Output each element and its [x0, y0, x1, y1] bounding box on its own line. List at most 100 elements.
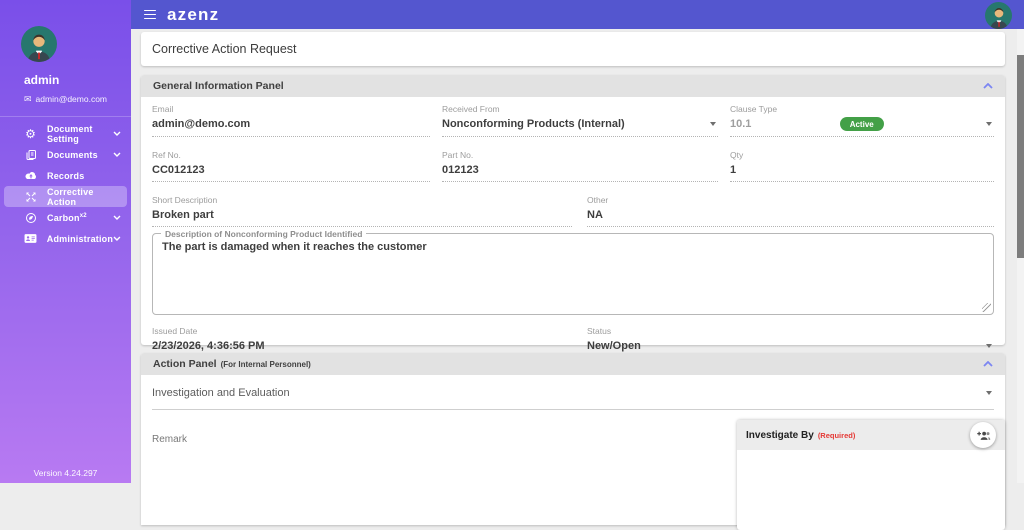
sidebar-item-administration[interactable]: Administration — [0, 228, 131, 249]
email-icon: ✉ — [24, 93, 32, 104]
chevron-up-icon — [983, 361, 993, 367]
textarea-value: The part is damaged when it reaches the … — [162, 241, 427, 253]
field-value: 10.1 Active — [730, 117, 994, 131]
chevron-down-icon — [113, 215, 121, 220]
general-panel-title: General Information Panel — [153, 80, 284, 92]
other-field[interactable]: Other NA — [587, 192, 994, 227]
dropdown-arrow-icon — [986, 391, 992, 395]
field-value: Nonconforming Products (Internal) — [442, 117, 718, 130]
app-logo: azenz — [167, 4, 220, 24]
field-value: 012123 — [442, 163, 479, 176]
page-title-card: Corrective Action Request — [141, 32, 1005, 66]
sidebar-item-label: Corrective Action — [47, 186, 94, 207]
user-email-row: ✉ admin@demo.com — [24, 94, 131, 104]
sidebar-item-records[interactable]: Records — [0, 165, 131, 186]
dropdown-arrow-icon — [986, 343, 992, 348]
sidebar-nav: ⚙ Document Setting Documents Records Cor… — [0, 123, 131, 249]
carbon-superscript: x2 — [79, 212, 87, 219]
part-no-field[interactable]: Part No. 012123 — [442, 147, 718, 182]
user-avatar — [21, 26, 57, 62]
sidebar-item-corrective-action[interactable]: Corrective Action — [4, 186, 127, 207]
ref-no-field[interactable]: Ref No. CC012123 — [152, 147, 430, 182]
field-label: Email — [152, 104, 174, 114]
dropdown-arrow-icon — [986, 122, 992, 126]
required-note: (Required) — [817, 430, 856, 440]
user-name: admin — [24, 73, 60, 87]
investigate-by-label: Investigate By — [746, 429, 814, 441]
scrollbar-thumb[interactable] — [1017, 55, 1024, 258]
field-value: NA — [587, 208, 603, 221]
field-value: 1 — [730, 163, 737, 176]
sidebar-item-document-setting[interactable]: ⚙ Document Setting — [0, 123, 131, 144]
received-from-select[interactable]: Received From Nonconforming Products (In… — [442, 101, 718, 137]
gears-icon: ⚙ — [25, 126, 36, 141]
sidebar-profile: admin ✉ admin@demo.com — [0, 0, 131, 104]
field-label: Status — [587, 326, 612, 336]
chevron-down-icon — [113, 236, 121, 241]
field-label: Part No. — [442, 150, 474, 160]
general-panel-header[interactable]: General Information Panel — [141, 75, 1005, 97]
person-icon — [989, 8, 1008, 29]
short-description-field[interactable]: Short Description Broken part — [152, 192, 572, 227]
scrollbar-track — [1017, 29, 1024, 483]
field-value: Broken part — [152, 208, 214, 221]
action-panel: Action Panel (For Internal Personnel) In… — [141, 353, 1005, 530]
id-card-icon — [22, 233, 39, 244]
sidebar-item-label: Administration — [46, 233, 114, 244]
investigation-section-label: Investigation and Evaluation — [152, 387, 290, 399]
hamburger-menu-icon[interactable] — [144, 9, 156, 20]
sidebar-item-label: Documents — [47, 149, 98, 160]
sidebar-item-label: Records — [47, 170, 85, 181]
corrective-action-icon — [22, 191, 39, 203]
field-label: Issued Date — [152, 326, 198, 336]
field-label: Ref No. — [152, 150, 181, 160]
field-label: Received From — [442, 104, 500, 114]
carbon-icon — [22, 212, 39, 224]
sidebar: admin ✉ admin@demo.com ⚙ Document Settin… — [0, 0, 131, 483]
app-version: Version 4.24.297 — [33, 468, 98, 478]
description-textarea[interactable]: Description of Nonconforming Product Ide… — [152, 229, 994, 315]
general-panel-body: Email admin@demo.com Received From Nonco… — [141, 97, 1005, 358]
main-content: Corrective Action Request General Inform… — [131, 29, 1017, 530]
cloud-upload-icon — [22, 170, 39, 181]
email-field[interactable]: Email admin@demo.com — [152, 101, 430, 137]
page-title: Corrective Action Request — [152, 42, 297, 56]
field-label: Other — [587, 195, 609, 205]
sidebar-item-label: Document Setting — [47, 123, 93, 144]
field-value: CC012123 — [152, 163, 205, 176]
add-person-icon — [976, 431, 990, 440]
sidebar-divider — [0, 116, 131, 117]
chevron-down-icon — [113, 131, 121, 136]
documents-icon — [22, 149, 39, 161]
action-panel-header[interactable]: Action Panel (For Internal Personnel) — [141, 353, 1005, 375]
chevron-down-icon — [113, 152, 121, 157]
field-label: Qty — [730, 150, 744, 160]
person-icon — [27, 34, 51, 62]
investigation-section-select[interactable]: Investigation and Evaluation — [152, 387, 994, 410]
clause-type-select[interactable]: Clause Type 10.1 Active — [730, 101, 994, 137]
sidebar-item-documents[interactable]: Documents — [0, 144, 131, 165]
collapse-button[interactable] — [983, 83, 993, 89]
user-email: admin@demo.com — [35, 94, 108, 104]
sidebar-item-carbon[interactable]: Carbonx2 — [0, 207, 131, 228]
field-value: admin@demo.com — [152, 117, 251, 130]
qty-field[interactable]: Qty 1 — [730, 147, 994, 182]
resize-handle[interactable] — [982, 303, 991, 312]
textarea-label: Description of Nonconforming Product Ide… — [161, 229, 367, 239]
field-value: New/Open — [587, 339, 994, 352]
field-label: Short Description — [152, 195, 218, 205]
investigate-by-header: Investigate By (Required) — [737, 420, 1005, 450]
dropdown-arrow-icon — [710, 121, 716, 126]
field-label: Clause Type — [730, 104, 778, 114]
collapse-button[interactable] — [983, 361, 993, 367]
profile-avatar-button[interactable] — [985, 2, 1012, 29]
topbar: azenz — [131, 0, 1024, 29]
general-information-panel: General Information Panel Email admin@de… — [141, 75, 1005, 358]
status-badge: Active — [839, 117, 884, 131]
add-person-button[interactable] — [970, 422, 996, 448]
sidebar-item-label: Carbonx2 — [47, 212, 87, 223]
action-panel-subtitle: (For Internal Personnel) — [220, 359, 311, 369]
field-value: 2/23/2026, 4:36:56 PM — [152, 339, 265, 352]
investigate-by-panel: Investigate By (Required) — [737, 420, 1005, 530]
chevron-up-icon — [983, 83, 993, 89]
